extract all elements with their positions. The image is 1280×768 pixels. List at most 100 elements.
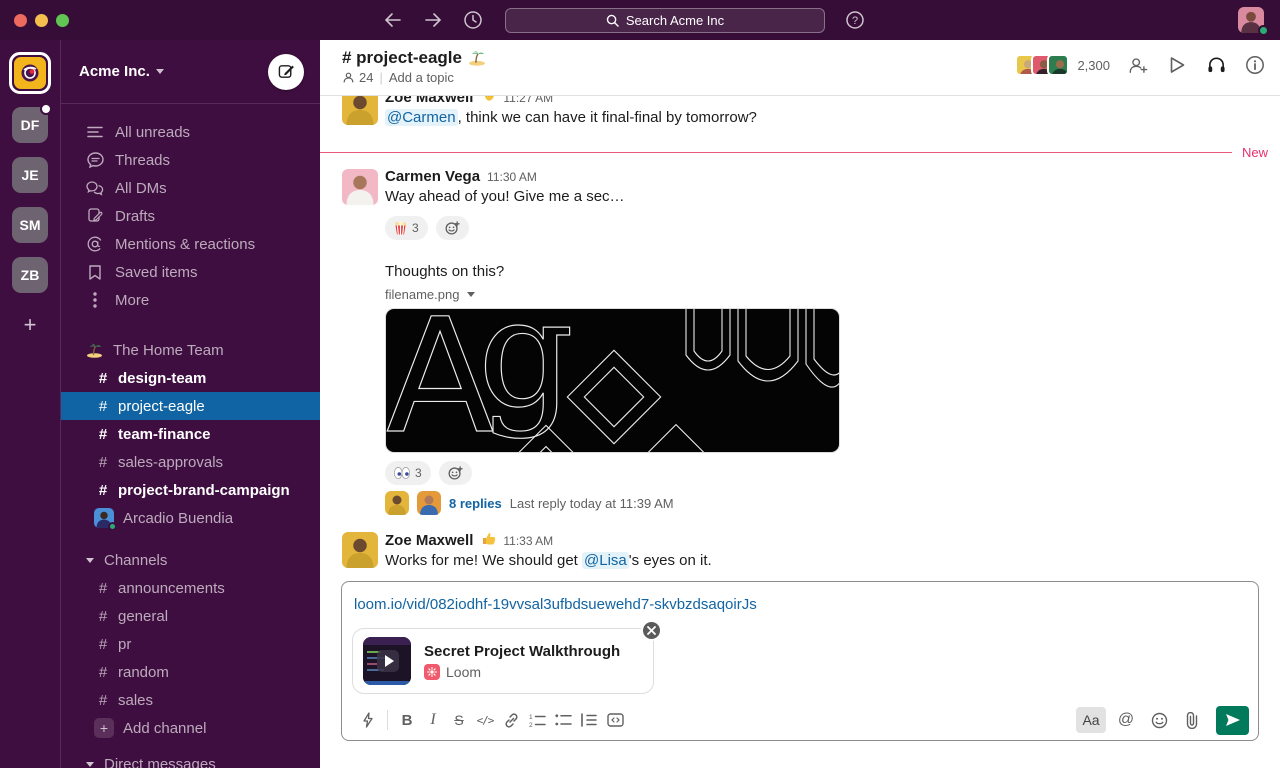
section-channels[interactable]: Channels — [61, 546, 320, 574]
workspace-initials: SM — [20, 217, 41, 233]
compose-pencil-icon — [278, 63, 295, 80]
section-the-home-team[interactable]: The Home Team — [61, 336, 320, 364]
thread-replies-bar[interactable]: 8 replies Last reply today at 11:39 AM — [385, 491, 1256, 515]
workspace-switcher-df[interactable]: DF — [12, 107, 48, 143]
sidebar-channel-design-team[interactable]: # design-team — [61, 364, 320, 392]
add-reaction-button[interactable] — [436, 216, 469, 240]
sidebar-channel-project-brand-campaign[interactable]: # project-brand-campaign — [61, 476, 320, 504]
maximize-window-button[interactable] — [56, 14, 69, 27]
mention-lisa[interactable]: @Lisa — [582, 552, 629, 569]
loom-link[interactable]: loom.io/vid/082iodhf-19vvsal3ufbdsuewehd… — [354, 596, 757, 613]
sidebar-item-all-unreads[interactable]: All unreads — [61, 118, 320, 146]
channel-info-icon[interactable] — [1244, 54, 1266, 76]
chevron-down-icon — [86, 558, 94, 563]
italic-button[interactable]: I — [420, 707, 446, 733]
user-presence-indicator — [1258, 25, 1269, 36]
workspace-switcher-zb[interactable]: ZB — [12, 257, 48, 293]
add-person-icon[interactable] — [1127, 54, 1149, 76]
ordered-list-button[interactable]: 12 — [524, 707, 550, 733]
avatar-carmen-vega[interactable] — [342, 169, 378, 205]
sidebar-channel-announcements[interactable]: # announcements — [61, 574, 320, 602]
message-timestamp[interactable]: 11:27 AM — [503, 96, 553, 105]
sidebar-channel-random[interactable]: # random — [61, 658, 320, 686]
sidebar-channel-sales[interactable]: # sales — [61, 686, 320, 714]
section-direct-messages[interactable]: Direct messages — [61, 750, 320, 768]
message-timestamp[interactable]: 11:33 AM — [503, 534, 553, 548]
add-reaction-button[interactable] — [439, 461, 472, 485]
person-icon — [342, 71, 355, 84]
sidebar-item-all-dms[interactable]: All DMs — [61, 174, 320, 202]
send-button[interactable] — [1216, 706, 1249, 735]
video-thumbnail[interactable] — [363, 637, 411, 685]
message-carmen[interactable]: Carmen Vega 11:30 AM Way ahead of you! G… — [320, 165, 1280, 247]
thread-replies-link[interactable]: 8 replies — [449, 496, 502, 511]
sidebar-item-more[interactable]: More — [61, 286, 320, 314]
link-button[interactable] — [498, 707, 524, 733]
shortcuts-lightning-icon[interactable] — [355, 707, 381, 733]
workspace-initials: DF — [21, 117, 40, 133]
message-timestamp[interactable]: 11:30 AM — [487, 170, 537, 184]
message-zoe-clipped[interactable]: Zoe Maxwell 11:27 AM @Carmen, think we c… — [320, 96, 1280, 132]
workspace-switcher-je[interactable]: JE — [12, 157, 48, 193]
sidebar-channel-sales-approvals[interactable]: # sales-approvals — [61, 448, 320, 476]
dm-avatar — [94, 508, 114, 528]
add-channel-button[interactable]: + Add channel — [61, 714, 320, 742]
canvas-play-icon[interactable] — [1166, 54, 1188, 76]
sidebar-channel-project-eagle[interactable]: # project-eagle — [61, 392, 320, 420]
sidebar-channel-pr[interactable]: # pr — [61, 630, 320, 658]
message-list[interactable]: Zoe Maxwell 11:27 AM @Carmen, think we c… — [320, 96, 1280, 581]
close-window-button[interactable] — [14, 14, 27, 27]
sidebar-item-saved[interactable]: Saved items — [61, 258, 320, 286]
avatar-zoe-maxwell[interactable] — [342, 96, 378, 125]
mention-button[interactable]: @ — [1113, 707, 1139, 733]
bulleted-list-button[interactable] — [550, 707, 576, 733]
reaction-popcorn[interactable]: 3 — [385, 216, 428, 240]
code-block-button[interactable] — [602, 707, 628, 733]
history-back-icon[interactable] — [381, 8, 405, 32]
attach-file-icon[interactable] — [1179, 707, 1205, 733]
link-preview-title[interactable]: Secret Project Walkthrough — [424, 643, 620, 660]
sidebar-channel-general[interactable]: # general — [61, 602, 320, 630]
message-author[interactable]: Carmen Vega — [385, 168, 480, 185]
member-total-count[interactable]: 2,300 — [1077, 58, 1110, 73]
file-name-row[interactable]: filename.png — [385, 287, 1256, 302]
sidebar-item-drafts[interactable]: Drafts — [61, 202, 320, 230]
sidebar-channel-team-finance[interactable]: # team-finance — [61, 420, 320, 448]
huddle-headphones-icon[interactable] — [1205, 54, 1227, 76]
composer-input[interactable]: loom.io/vid/082iodhf-19vvsal3ufbdsuewehd… — [342, 582, 1258, 613]
inline-code-button[interactable]: </> — [472, 707, 498, 733]
sidebar-item-mentions[interactable]: Mentions & reactions — [61, 230, 320, 258]
channel-members-count[interactable]: 24 — [342, 70, 373, 85]
workspace-switcher-sm[interactable]: SM — [12, 207, 48, 243]
message-zoe[interactable]: Zoe Maxwell 11:33 AM Works for me! We sh… — [320, 528, 1280, 575]
blockquote-button[interactable] — [576, 707, 602, 733]
workspace-switcher-active[interactable] — [9, 52, 51, 94]
image-attachment[interactable]: A g — [385, 308, 840, 453]
sidebar-item-threads[interactable]: Threads — [61, 146, 320, 174]
emoji-picker-button[interactable] — [1146, 707, 1172, 733]
sidebar-dm-arcadio-buendia[interactable]: Arcadio Buendia — [61, 504, 320, 532]
search-input[interactable]: Search Acme Inc — [505, 8, 825, 33]
strikethrough-button[interactable]: S — [446, 707, 472, 733]
history-clock-icon[interactable] — [461, 8, 485, 32]
add-workspace-button[interactable]: + — [12, 307, 48, 343]
avatar-zoe-maxwell[interactable] — [342, 532, 378, 568]
message-author[interactable]: Zoe Maxwell — [385, 532, 473, 549]
show-formatting-button[interactable]: Aa — [1076, 707, 1106, 733]
workspace-menu[interactable]: Acme Inc. — [61, 40, 320, 104]
hash-icon: # — [97, 370, 109, 387]
bold-button[interactable]: B — [394, 707, 420, 733]
mention-carmen[interactable]: @Carmen — [385, 109, 458, 126]
add-topic-button[interactable]: Add a topic — [389, 70, 454, 85]
remove-preview-button[interactable] — [641, 620, 662, 641]
reaction-eyes[interactable]: 3 — [385, 461, 431, 485]
compose-button[interactable] — [268, 54, 304, 90]
wave-emoji — [482, 96, 496, 102]
minimize-window-button[interactable] — [35, 14, 48, 27]
message-composer[interactable]: loom.io/vid/082iodhf-19vvsal3ufbdsuewehd… — [341, 581, 1259, 741]
history-forward-icon[interactable] — [421, 8, 445, 32]
message-author[interactable]: Zoe Maxwell — [385, 96, 473, 106]
message-carmen-file[interactable]: Thoughts on this? filename.png A g — [320, 257, 1280, 528]
help-icon[interactable]: ? — [843, 8, 867, 32]
channel-member-avatars[interactable] — [1015, 54, 1069, 76]
